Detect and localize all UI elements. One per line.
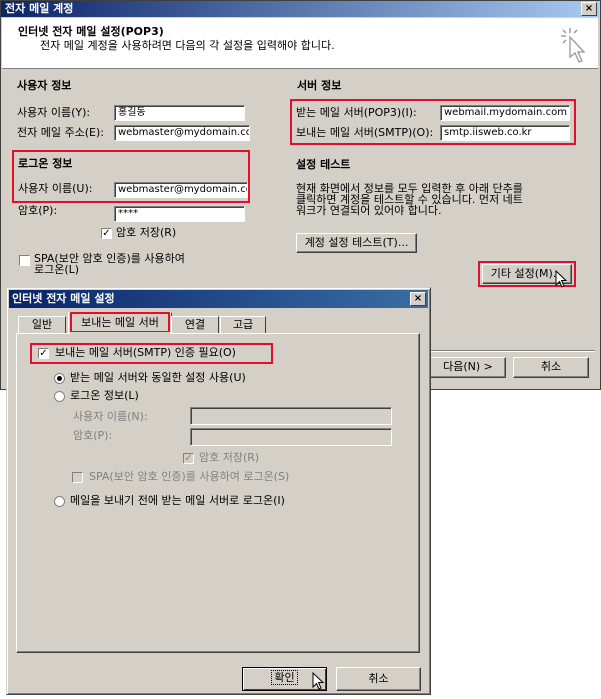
- wizard-header-subtitle: 전자 메일 계정을 사용하려면 다음의 각 설정을 입력해야 합니다.: [40, 39, 335, 52]
- logon-before-send-label: 메일을 보내기 전에 받는 메일 서버로 로그온(I): [70, 494, 285, 507]
- logon-before-send-radio[interactable]: [54, 496, 65, 507]
- ok-pointer-icon: [312, 672, 325, 690]
- use-same-settings-label: 받는 메일 서버와 동일한 설정 사용(U): [70, 371, 246, 384]
- dialog-save-password-checkbox[interactable]: ✓: [183, 453, 194, 464]
- smtp-auth-label: 보내는 메일 서버(SMTP) 인증 필요(O): [55, 346, 236, 359]
- dialog-username-label: 사용자 이름(N):: [73, 410, 148, 423]
- incoming-server-label: 받는 메일 서버(POP3)(I):: [296, 106, 417, 119]
- outgoing-server-label: 보내는 메일 서버(SMTP)(O):: [296, 126, 434, 139]
- wizard-header-title: 인터넷 전자 메일 설정(POP3): [18, 25, 164, 38]
- save-password-label: 암호 저장(R): [116, 226, 177, 239]
- mouse-pointer-icon: [555, 270, 568, 288]
- wizard-cancel-button[interactable]: 취소: [513, 357, 589, 378]
- dialog-password-label: 암호(P):: [73, 429, 113, 442]
- wizard-title: 전자 메일 계정: [5, 2, 74, 15]
- logon-with-label: 로그온 정보(L): [70, 389, 139, 402]
- user-name-input[interactable]: 홍길동: [114, 105, 245, 121]
- settings-test-heading: 설정 테스트: [296, 158, 351, 171]
- save-password-checkbox[interactable]: ✓: [101, 228, 112, 239]
- dialog-username-input[interactable]: [190, 407, 392, 425]
- outgoing-server-input[interactable]: smtp.iisweb.co.kr: [440, 125, 570, 141]
- spa-label-line2: 로그온(L): [34, 263, 80, 276]
- logon-user-input[interactable]: webmaster@mydomain.com: [114, 182, 248, 198]
- tab-connection[interactable]: 연결: [171, 316, 219, 334]
- ok-button-label: 확인: [271, 670, 298, 685]
- wizard-header: 인터넷 전자 메일 설정(POP3) 전자 메일 계정을 사용하려면 다음의 각…: [2, 18, 598, 69]
- tab-general[interactable]: 일반: [18, 316, 66, 334]
- dialog-spa-checkbox[interactable]: [72, 472, 83, 483]
- dialog-title: 인터넷 전자 메일 설정: [12, 292, 115, 305]
- active-tab-joint: [70, 332, 170, 335]
- wizard-title-bar: 전자 메일 계정 ×: [1, 1, 599, 17]
- email-address-input[interactable]: webmaster@mydomain.com: [114, 125, 250, 141]
- sparkle-cursor-icon: [561, 28, 586, 63]
- server-info-heading: 서버 정보: [297, 79, 342, 92]
- logon-with-radio[interactable]: [54, 391, 65, 402]
- dialog-password-input[interactable]: [190, 428, 392, 446]
- user-info-heading: 사용자 정보: [17, 79, 72, 92]
- logon-info-heading: 로그온 정보: [18, 157, 73, 170]
- dialog-cancel-button[interactable]: 취소: [336, 667, 421, 691]
- tab-advanced[interactable]: 고급: [220, 316, 266, 334]
- wizard-bottom-separator: [425, 350, 595, 352]
- dialog-save-password-label: 암호 저장(R): [199, 451, 260, 464]
- password-label: 암호(P):: [18, 204, 58, 217]
- next-button[interactable]: 다음(N) >: [430, 357, 506, 378]
- user-name-label: 사용자 이름(Y):: [17, 106, 91, 119]
- use-same-settings-radio[interactable]: [54, 373, 65, 384]
- outgoing-tab-highlight: [70, 312, 170, 333]
- dialog-title-bar: 인터넷 전자 메일 설정 ×: [9, 290, 428, 308]
- dialog-close-button[interactable]: ×: [410, 292, 426, 306]
- test-account-button[interactable]: 계정 설정 테스트(T)...: [296, 233, 417, 253]
- spa-checkbox[interactable]: [19, 255, 30, 266]
- smtp-auth-checkbox[interactable]: ✓: [38, 348, 49, 359]
- test-description-line3: 워크가 연결되어 있어야 합니다.: [296, 204, 442, 217]
- password-input[interactable]: ****: [114, 206, 245, 222]
- dialog-spa-label: SPA(보안 암호 인증)를 사용하여 로그온(S): [89, 470, 290, 483]
- incoming-server-input[interactable]: webmail.mydomain.com: [440, 105, 570, 121]
- logon-user-label: 사용자 이름(U):: [18, 182, 93, 195]
- wizard-close-button[interactable]: ×: [581, 2, 597, 16]
- email-address-label: 전자 메일 주소(E):: [17, 126, 104, 139]
